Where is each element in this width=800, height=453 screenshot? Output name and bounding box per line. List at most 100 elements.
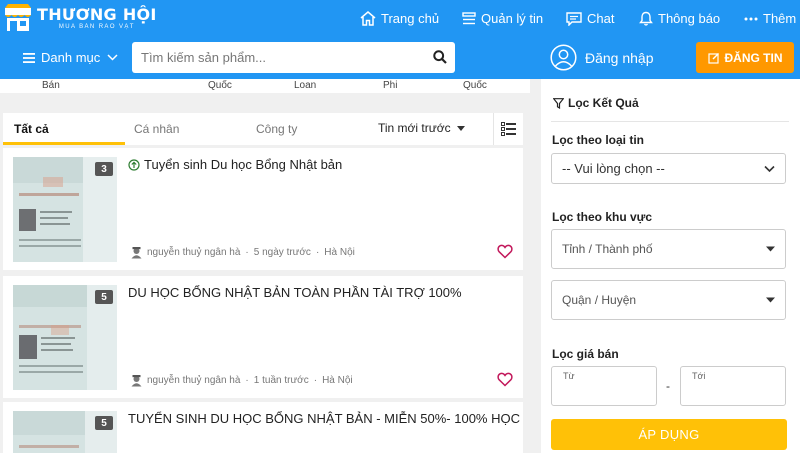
tab-personal[interactable]: Cá nhân bbox=[134, 122, 179, 136]
menu-icon bbox=[23, 52, 35, 63]
sort-dropdown[interactable]: Tin mới trước bbox=[378, 121, 465, 135]
logo-title: THƯƠNG HỘI bbox=[37, 5, 157, 24]
filter-type-label: Lọc theo loại tin bbox=[552, 133, 644, 147]
caret-down-icon bbox=[766, 297, 775, 303]
listing-author[interactable]: nguyễn thuỷ ngân hà bbox=[147, 247, 240, 258]
listing-thumbnail[interactable]: 5 bbox=[13, 285, 117, 390]
listing-card[interactable]: 5 TUYỂN SINH DU HỌC BỔNG NHẬT BẢN - MIỄN… bbox=[3, 402, 523, 453]
search-input[interactable] bbox=[141, 42, 421, 73]
nav-chat-label: Chat bbox=[587, 11, 615, 26]
filter-price-label: Lọc giá bán bbox=[552, 347, 619, 361]
nav-chat[interactable]: Chat bbox=[566, 0, 614, 37]
province-select[interactable]: Tỉnh / Thành phố bbox=[551, 229, 786, 269]
post-listing-label: ĐĂNG TIN bbox=[724, 50, 783, 65]
listing-title[interactable]: DU HỌC BỔNG NHẬT BẢN TOÀN PHẦN TÀI TRỢ 1… bbox=[128, 285, 462, 300]
filter-area-label: Lọc theo khu vực bbox=[552, 210, 653, 224]
post-listing-button[interactable]: ĐĂNG TIN bbox=[696, 42, 794, 73]
user-icon bbox=[550, 44, 577, 71]
list-view-toggle[interactable] bbox=[493, 113, 523, 145]
login-label: Đăng nhập bbox=[585, 49, 654, 66]
filter-title-text: Lọc Kết Quả bbox=[568, 96, 639, 110]
list-icon bbox=[462, 11, 476, 24]
listing-author[interactable]: nguyễn thuỷ ngân hà bbox=[147, 375, 240, 386]
category-item[interactable]: Bán bbox=[42, 80, 60, 91]
category-item[interactable]: Quốc bbox=[463, 80, 487, 91]
pin-up-icon bbox=[128, 158, 140, 171]
price-to-placeholder: Tới bbox=[692, 371, 706, 381]
edit-icon bbox=[707, 52, 719, 64]
listing-time: 1 tuần trước bbox=[253, 375, 309, 386]
listing-thumbnail[interactable]: 3 bbox=[13, 157, 117, 262]
apply-filter-button[interactable]: ÁP DỤNG bbox=[551, 419, 787, 450]
sort-label: Tin mới trước bbox=[378, 121, 451, 135]
active-tab-indicator bbox=[3, 142, 125, 145]
caret-down-icon bbox=[456, 125, 465, 131]
listing-title-text: DU HỌC BỔNG NHẬT BẢN TOÀN PHẦN TÀI TRỢ 1… bbox=[128, 285, 462, 300]
bell-icon bbox=[639, 11, 653, 26]
price-to-input[interactable]: Tới bbox=[680, 366, 786, 406]
login-button[interactable]: Đăng nhập bbox=[550, 44, 654, 71]
listing-type-select[interactable]: -- Vui lòng chọn -- bbox=[551, 153, 786, 184]
photo-count-badge: 3 bbox=[95, 162, 113, 176]
tab-all[interactable]: Tất cả bbox=[14, 122, 49, 136]
listing-title[interactable]: Tuyển sinh Du học Bổng Nhật bản bbox=[128, 157, 342, 172]
price-from-input[interactable]: Từ bbox=[551, 366, 657, 406]
category-menu-button[interactable]: Danh mục bbox=[23, 50, 118, 65]
listing-meta: nguyễn thuỷ ngân hà · 1 tuần trước · Hà … bbox=[130, 374, 353, 387]
favorite-button[interactable] bbox=[497, 244, 513, 264]
nav-notify-label: Thông báo bbox=[658, 11, 721, 26]
home-icon bbox=[360, 11, 376, 26]
nav-home[interactable]: Trang chủ bbox=[360, 0, 439, 37]
site-logo[interactable]: THƯƠNG HỘI MUA BÁN RAO VẶT bbox=[3, 4, 157, 32]
divider bbox=[551, 121, 789, 122]
nav-home-label: Trang chủ bbox=[381, 11, 440, 26]
apply-filter-label: ÁP DỤNG bbox=[638, 427, 700, 442]
top-header: THƯƠNG HỘI MUA BÁN RAO VẶT Trang chủ Quả… bbox=[0, 0, 800, 37]
listing-location: Hà Nội bbox=[322, 375, 353, 386]
listing-title[interactable]: TUYỂN SINH DU HỌC BỔNG NHẬT BẢN - MIỄN 5… bbox=[128, 411, 523, 426]
listing-card[interactable]: 3 Tuyển sinh Du học Bổng Nhật bản nguyễn… bbox=[3, 148, 523, 270]
listing-thumbnail[interactable]: 5 bbox=[13, 411, 117, 453]
listing-location: Hà Nội bbox=[324, 247, 355, 258]
category-item[interactable]: Phi bbox=[383, 80, 397, 91]
seller-avatar-icon bbox=[131, 247, 142, 259]
seller-avatar-icon bbox=[131, 375, 142, 387]
meta-separator: · bbox=[245, 375, 249, 386]
meta-separator: · bbox=[245, 247, 249, 258]
photo-count-badge: 5 bbox=[95, 416, 113, 430]
logo-subtitle: MUA BÁN RAO VẶT bbox=[58, 24, 135, 30]
category-item[interactable]: Loan bbox=[294, 80, 316, 91]
search-button[interactable] bbox=[433, 50, 447, 69]
listing-tabs: Tất cả Cá nhân Công ty Tin mới trước bbox=[3, 113, 523, 145]
category-strip: Bán Quốc Loan Phi Quốc bbox=[0, 79, 530, 93]
photo-count-badge: 5 bbox=[95, 290, 113, 304]
listing-type-value: -- Vui lòng chọn -- bbox=[562, 161, 665, 176]
listing-title-text: Tuyển sinh Du học Bổng Nhật bản bbox=[144, 157, 343, 172]
store-icon bbox=[3, 4, 33, 32]
more-icon bbox=[744, 17, 758, 20]
category-item[interactable]: Quốc bbox=[208, 80, 232, 91]
listing-title-text: TUYỂN SINH DU HỌC BỔNG NHẬT BẢN - MIỄN 5… bbox=[128, 411, 523, 426]
price-from-placeholder: Từ bbox=[563, 371, 575, 381]
chat-icon bbox=[566, 11, 582, 26]
chevron-down-icon bbox=[764, 165, 775, 172]
district-placeholder: Quận / Huyện bbox=[562, 293, 637, 307]
nav-notify[interactable]: Thông báo bbox=[639, 0, 720, 37]
nav-manage[interactable]: Quản lý tin bbox=[462, 0, 543, 37]
price-separator: - bbox=[666, 379, 670, 393]
filter-title: Lọc Kết Quả bbox=[553, 96, 639, 110]
listing-time: 5 ngày trước bbox=[253, 247, 311, 258]
filter-panel: Lọc Kết Quả Lọc theo loại tin -- Vui lòn… bbox=[541, 79, 800, 453]
nav-more[interactable]: Thêm bbox=[744, 0, 796, 37]
favorite-button[interactable] bbox=[497, 372, 513, 392]
search-icon bbox=[433, 50, 447, 64]
category-menu-label: Danh mục bbox=[41, 50, 101, 65]
chevron-down-icon bbox=[107, 54, 118, 61]
tab-company[interactable]: Công ty bbox=[256, 122, 297, 136]
heart-icon bbox=[497, 244, 513, 259]
listing-card[interactable]: 5 DU HỌC BỔNG NHẬT BẢN TOÀN PHẦN TÀI TRỢ… bbox=[3, 276, 523, 398]
heart-icon bbox=[497, 372, 513, 387]
district-select[interactable]: Quận / Huyện bbox=[551, 280, 786, 320]
filter-icon bbox=[553, 97, 564, 109]
listing-meta: nguyễn thuỷ ngân hà · 5 ngày trước · Hà … bbox=[130, 246, 355, 259]
